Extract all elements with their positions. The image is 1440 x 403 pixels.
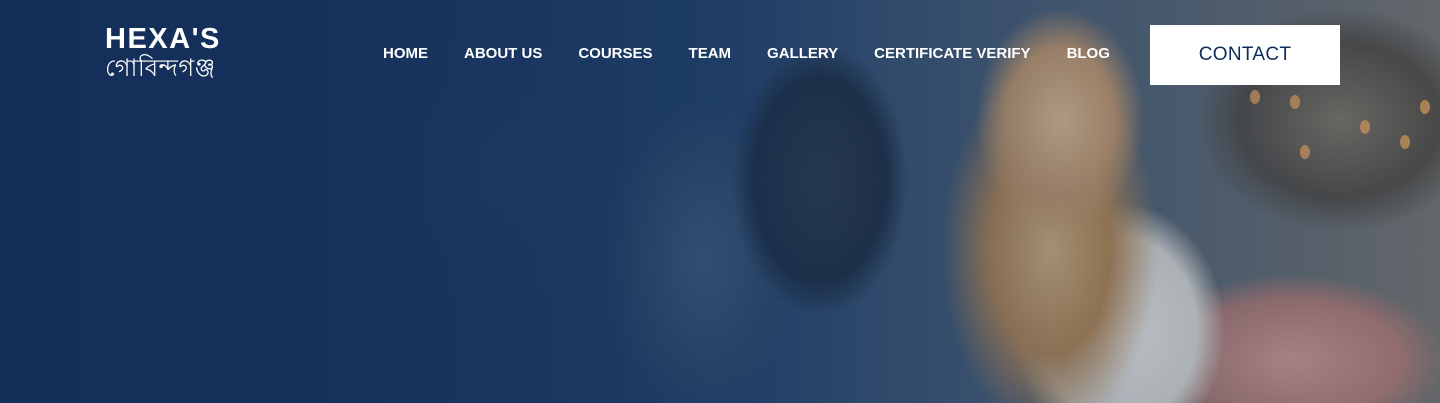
main-nav: HOME ABOUT US COURSES TEAM GALLERY CERTI… <box>365 40 1128 66</box>
nav-item-home[interactable]: HOME <box>383 45 428 62</box>
site-logo[interactable]: HEXA'S গোবিন্দগঞ্জ <box>105 24 221 84</box>
nav-item-gallery[interactable]: GALLERY <box>767 45 838 62</box>
logo-tagline: গোবিন্দগঞ্জ <box>105 55 216 82</box>
nav-item-certificate-verify[interactable]: CERTIFICATE VERIFY <box>874 45 1030 62</box>
nav-item-courses[interactable]: COURSES <box>578 45 652 62</box>
site-header: HEXA'S গোবিন্দগঞ্জ HOME ABOUT US COURSES… <box>0 0 1440 100</box>
logo-title: HEXA'S <box>105 23 221 55</box>
contact-button[interactable]: CONTACT <box>1150 25 1340 85</box>
nav-item-about-us[interactable]: ABOUT US <box>464 45 542 62</box>
nav-item-team[interactable]: TEAM <box>689 45 732 62</box>
nav-item-blog[interactable]: BLOG <box>1067 45 1110 62</box>
